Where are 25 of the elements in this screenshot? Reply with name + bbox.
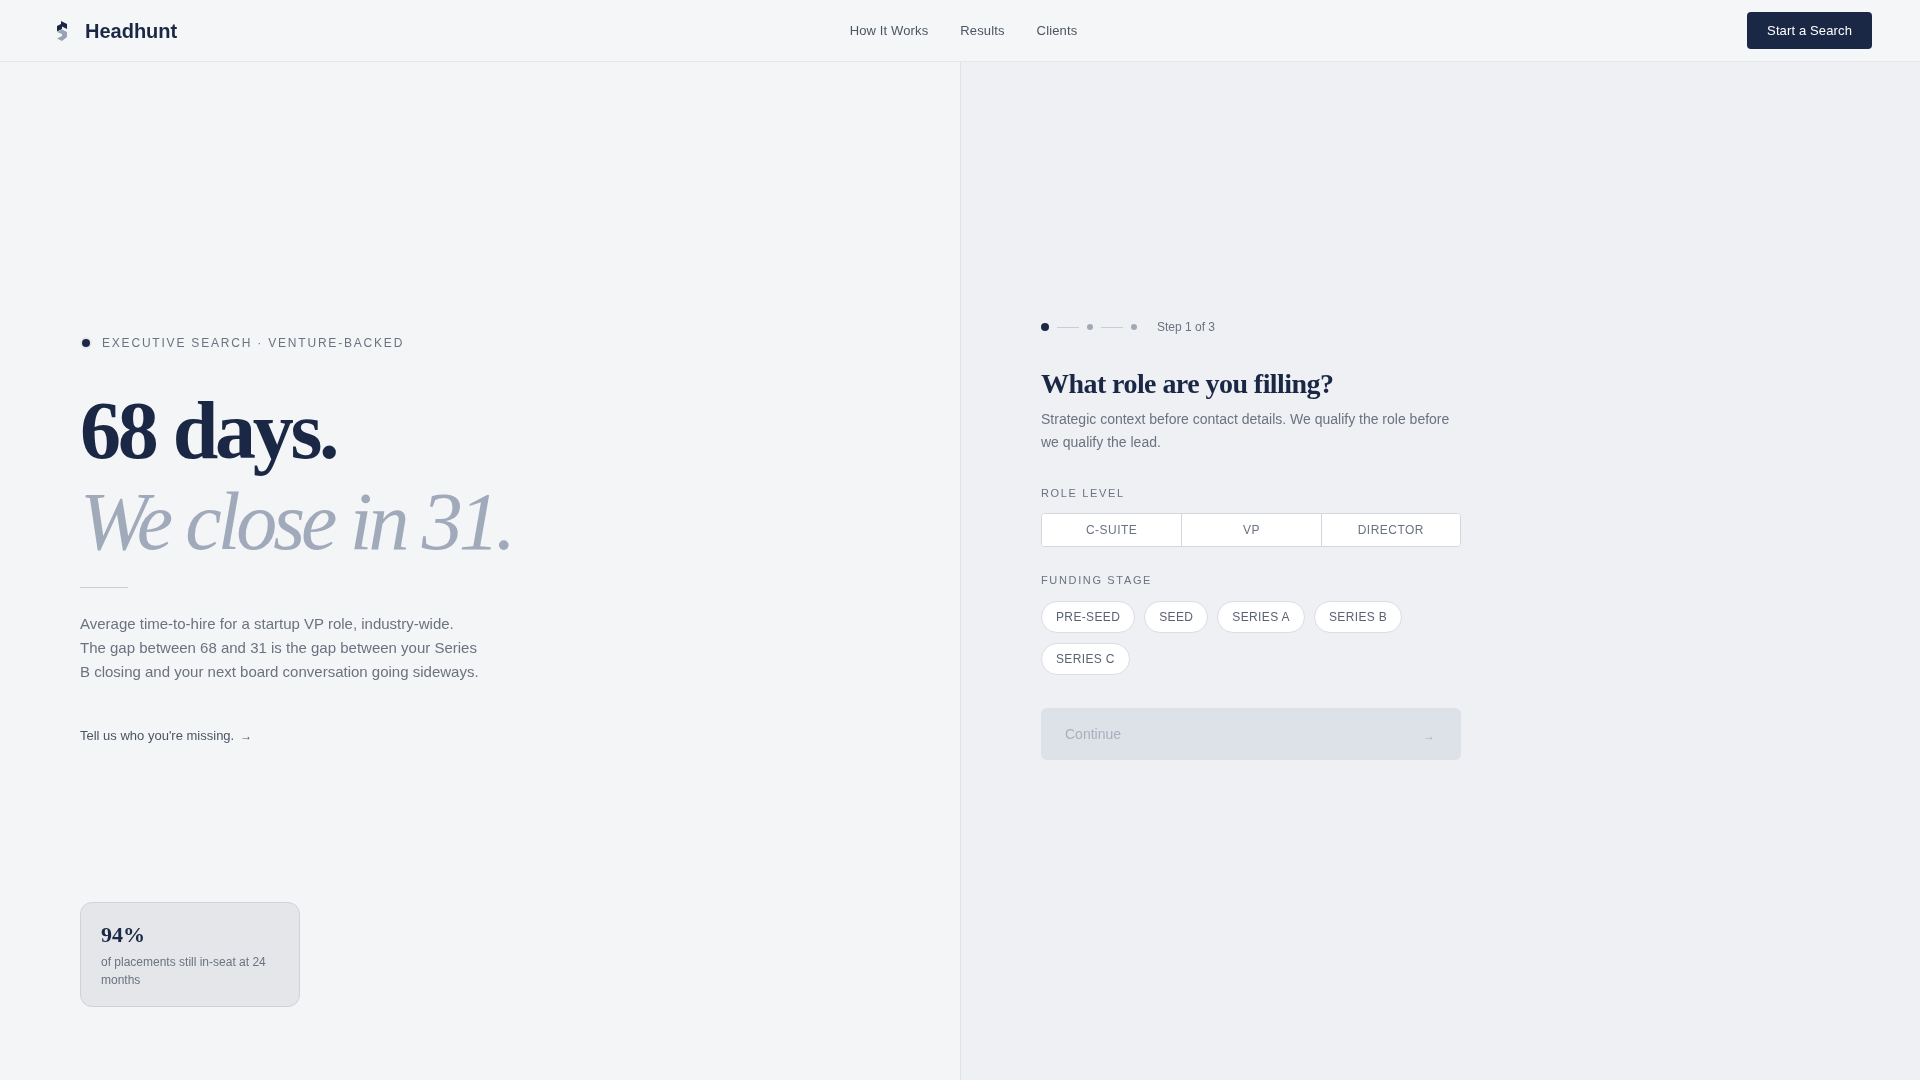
funding-stage-chip[interactable]: SERIES A <box>1217 601 1305 633</box>
dot-icon <box>80 337 92 349</box>
headline: 68 days. <box>80 385 337 476</box>
form-description: Strategic context before contact details. We qualify the role before we qualify the lead. <box>1041 410 1451 452</box>
subheadline: We close in 31. <box>80 476 512 567</box>
funding-stage-chip[interactable]: SERIES B <box>1313 601 1403 633</box>
form-title: What role are you filling? <box>1041 367 1334 401</box>
nav-link[interactable]: Clients <box>1036 21 1078 40</box>
role-level-option[interactable]: DIRECTOR <box>1320 514 1460 546</box>
funding-stage-chip[interactable]: SERIES C <box>1041 643 1130 675</box>
funding-stage-label: FUNDING STAGE <box>1041 573 1153 588</box>
eyebrow-label: EXECUTIVE SEARCH · VENTURE-BACKED <box>102 335 405 351</box>
brand-name[interactable]: Headhunt <box>85 18 178 43</box>
start-search-button[interactable]: Start a Search <box>1747 12 1872 49</box>
nav-link[interactable]: How It Works <box>849 21 929 40</box>
funding-stage-chip[interactable]: PRE-SEED <box>1041 601 1136 633</box>
cta-link[interactable]: Tell us who you're missing. → <box>80 726 253 746</box>
logo-icon <box>55 20 69 41</box>
funding-stage-chip[interactable]: SEED <box>1144 601 1209 633</box>
stat-caption: of placements still in-seat at 24 months <box>101 954 267 989</box>
step-label: Step 1 of 3 <box>1157 319 1216 335</box>
stat-value: 94% <box>101 921 146 949</box>
role-level-label: ROLE LEVEL <box>1041 486 1125 501</box>
hero-description: Average time-to-hire for a startup VP role, industry-wide. The gap between 68 and 31 is the gap between your Series B closing and your next board conversation going sideways. <box>80 614 480 682</box>
nav-link[interactable]: Results <box>960 21 1005 40</box>
